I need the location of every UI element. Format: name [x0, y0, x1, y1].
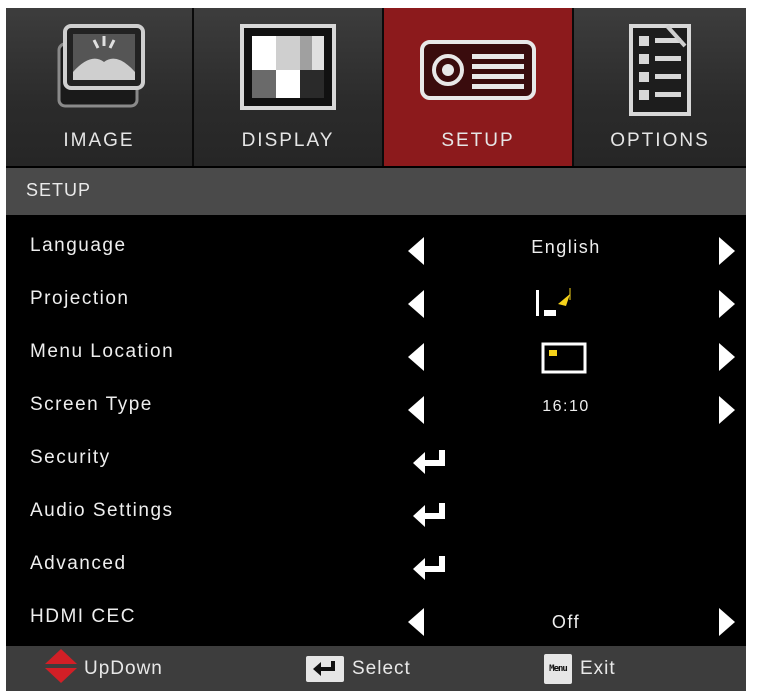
- section-title: SETUP: [26, 180, 92, 200]
- menu-key-label: Menu: [549, 663, 568, 674]
- left-arrow-icon[interactable]: [408, 290, 424, 318]
- hint-updown: UpDown: [44, 646, 163, 691]
- row-value: 16:10: [542, 398, 590, 415]
- row-label: Language: [30, 235, 127, 256]
- projection-front-desktop-icon: [536, 286, 586, 327]
- tab-options[interactable]: OPTIONS: [574, 8, 746, 166]
- left-arrow-icon[interactable]: [408, 608, 424, 636]
- left-arrow-icon[interactable]: [408, 237, 424, 265]
- row-label: Audio Settings: [30, 500, 174, 521]
- menu-row-audio-settings[interactable]: Audio Settings: [6, 488, 746, 541]
- enter-icon[interactable]: [411, 554, 449, 587]
- row-value: English: [531, 237, 601, 257]
- menu-row-menu-location[interactable]: Menu Location: [6, 329, 746, 382]
- menu-row-language[interactable]: Language English: [6, 223, 746, 276]
- up-down-arrows-icon: [44, 648, 78, 689]
- osd-menu: IMAGE DISPLAY SETUP OPTIONS SETUP Langua…: [6, 8, 746, 691]
- row-label: Advanced: [30, 553, 127, 574]
- footer-hint-bar: UpDown Select Menu Exit: [6, 646, 746, 691]
- image-icon: [51, 22, 147, 119]
- tab-bar: IMAGE DISPLAY SETUP OPTIONS: [6, 8, 746, 166]
- tab-label: OPTIONS: [610, 130, 710, 151]
- tab-display[interactable]: DISPLAY: [194, 8, 384, 166]
- row-label: Projection: [30, 288, 130, 309]
- options-checklist-icon: [627, 22, 693, 123]
- tab-setup[interactable]: SETUP: [384, 8, 574, 166]
- tab-label: DISPLAY: [241, 130, 335, 151]
- tab-image[interactable]: IMAGE: [6, 8, 194, 166]
- menu-row-projection[interactable]: Projection: [6, 276, 746, 329]
- tab-label: SETUP: [441, 130, 515, 151]
- row-label: HDMI CEC: [30, 606, 136, 627]
- hint-label: Exit: [580, 657, 616, 679]
- menu-location-top-left-icon: [541, 342, 587, 379]
- left-arrow-icon[interactable]: [408, 396, 424, 424]
- right-arrow-icon[interactable]: [719, 343, 735, 371]
- menu-row-hdmi-cec[interactable]: HDMI CEC Off: [6, 594, 746, 647]
- right-arrow-icon[interactable]: [719, 290, 735, 318]
- enter-icon[interactable]: [411, 501, 449, 534]
- row-label: Screen Type: [30, 394, 153, 415]
- right-arrow-icon[interactable]: [719, 608, 735, 636]
- row-value: Off: [551, 612, 581, 632]
- hint-exit: Menu Exit: [544, 646, 616, 691]
- menu-key-icon: Menu: [544, 653, 572, 684]
- hint-label: Select: [352, 657, 411, 679]
- display-icon: [238, 22, 338, 119]
- tab-label: IMAGE: [63, 130, 135, 151]
- enter-key-icon: [306, 655, 344, 682]
- row-label: Menu Location: [30, 341, 175, 362]
- right-arrow-icon[interactable]: [719, 396, 735, 424]
- hint-select: Select: [306, 646, 411, 691]
- row-label: Security: [30, 447, 111, 468]
- enter-icon[interactable]: [411, 448, 449, 481]
- menu-row-advanced[interactable]: Advanced: [6, 541, 746, 594]
- projector-icon: [418, 22, 538, 119]
- menu-row-security[interactable]: Security: [6, 435, 746, 488]
- section-header: SETUP: [6, 168, 746, 215]
- left-arrow-icon[interactable]: [408, 343, 424, 371]
- menu-row-screen-type[interactable]: Screen Type 16:10: [6, 382, 746, 435]
- right-arrow-icon[interactable]: [719, 237, 735, 265]
- hint-label: UpDown: [84, 657, 163, 679]
